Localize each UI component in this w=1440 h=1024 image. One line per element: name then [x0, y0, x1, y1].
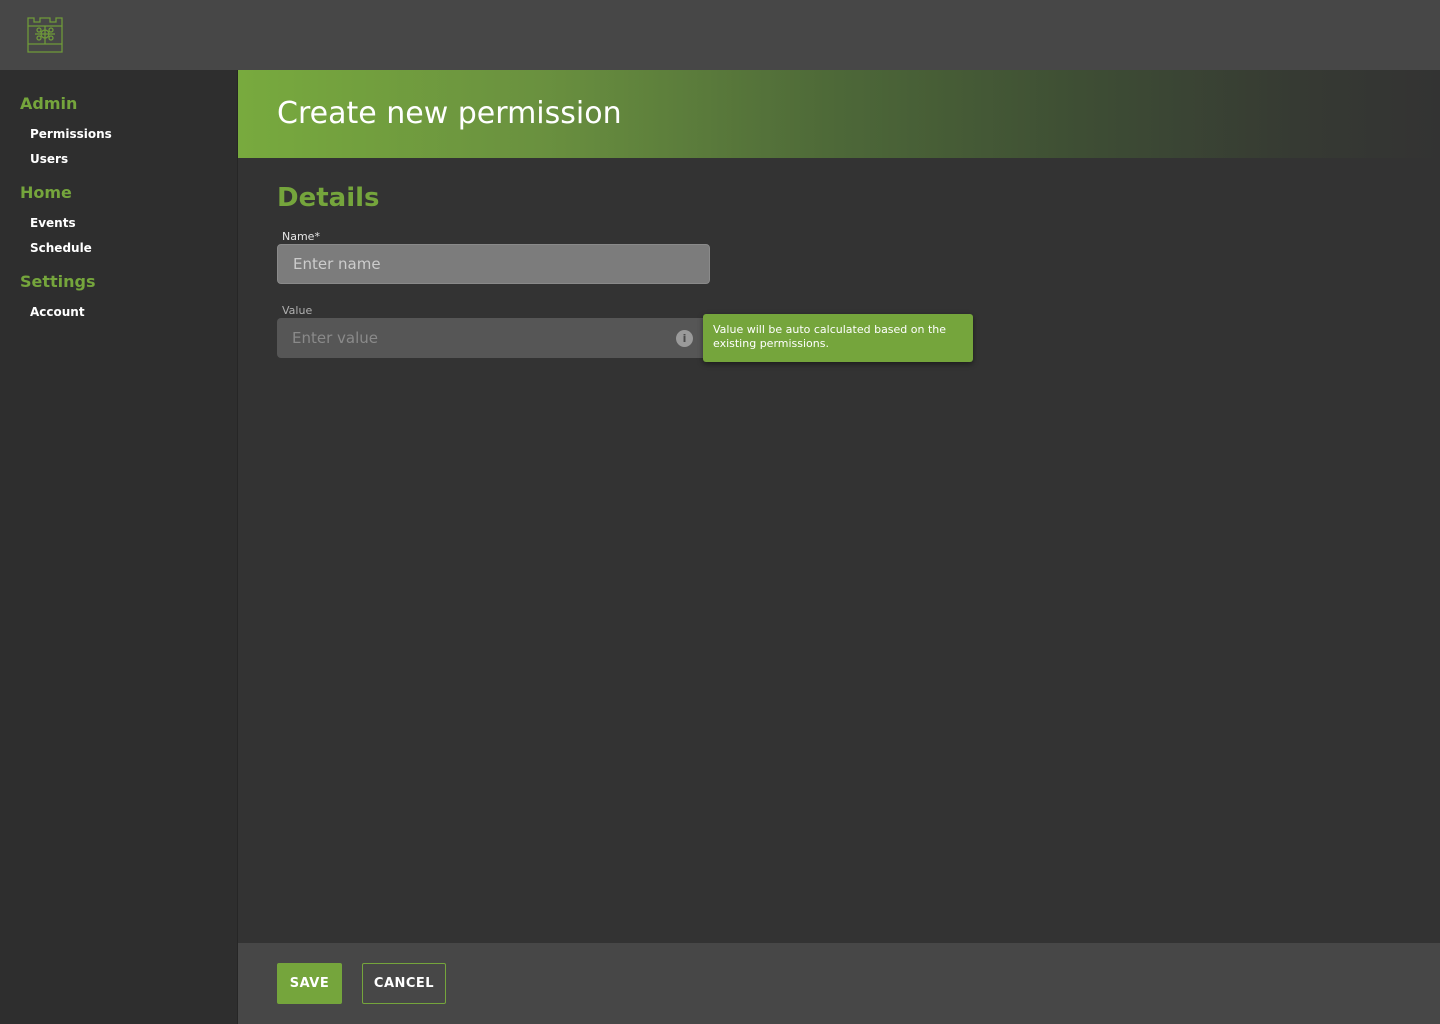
sidebar-item-events[interactable]: Events: [30, 216, 76, 230]
sidebar-item-permissions[interactable]: Permissions: [30, 127, 112, 141]
name-input[interactable]: [277, 244, 710, 284]
info-icon[interactable]: i: [676, 330, 693, 347]
page-header: Create new permission: [238, 70, 1440, 158]
value-input: [277, 318, 710, 358]
sidebar-group-admin: Admin: [20, 94, 78, 113]
sidebar-divider: [237, 70, 238, 1024]
castle-logo-icon[interactable]: [27, 17, 63, 53]
value-label: Value: [282, 304, 313, 317]
cancel-button[interactable]: CANCEL: [362, 963, 446, 1004]
sidebar-item-schedule[interactable]: Schedule: [30, 241, 92, 255]
save-button[interactable]: SAVE: [277, 963, 342, 1004]
sidebar-group-home: Home: [20, 183, 72, 202]
value-tooltip: Value will be auto calculated based on t…: [703, 314, 973, 362]
name-label: Name*: [282, 230, 320, 243]
sidebar-item-account[interactable]: Account: [30, 305, 85, 319]
sidebar: Admin Permissions Users Home Events Sche…: [0, 70, 237, 1024]
top-bar: [0, 0, 1440, 70]
sidebar-item-users[interactable]: Users: [30, 152, 68, 166]
sidebar-group-settings: Settings: [20, 272, 96, 291]
page-title: Create new permission: [277, 96, 622, 131]
form-footer: SAVE CANCEL: [238, 943, 1440, 1024]
section-title-details: Details: [277, 183, 380, 213]
